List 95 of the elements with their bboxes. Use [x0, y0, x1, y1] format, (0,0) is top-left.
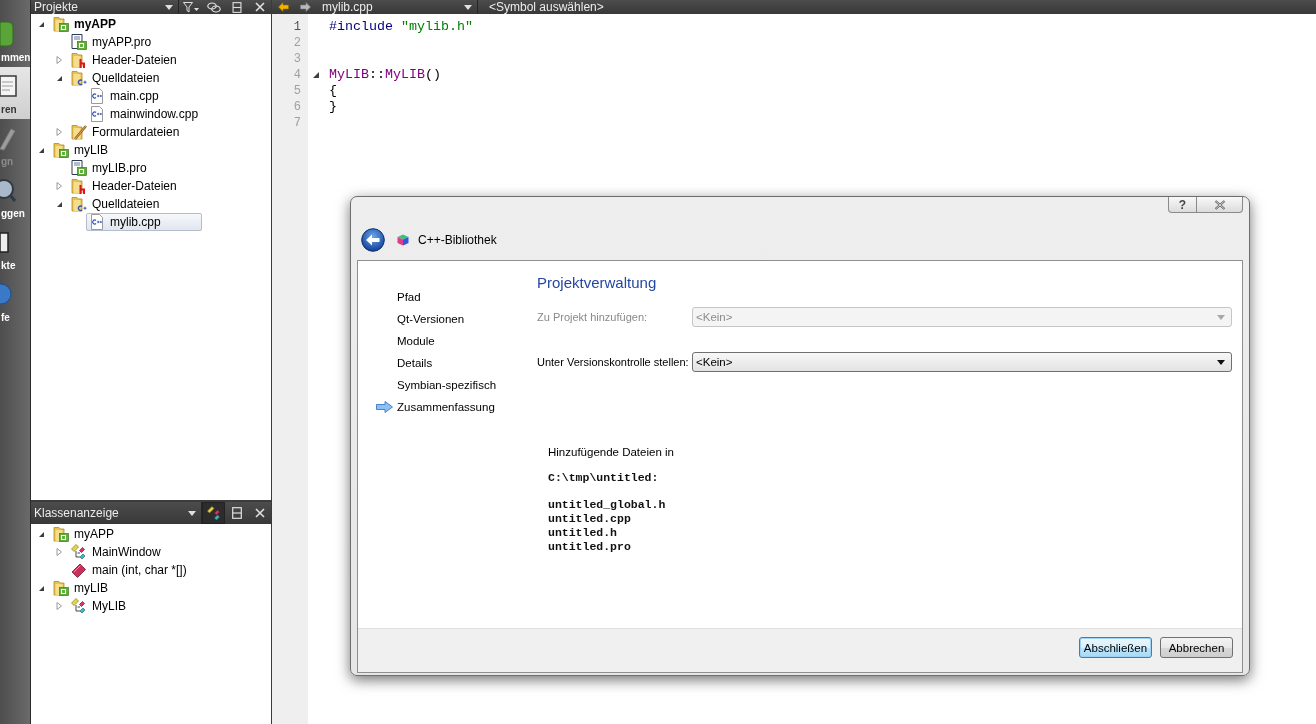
tree-item[interactable]: myLIB.pro [68, 159, 150, 177]
tree-item[interactable]: main (int, char *[]) [68, 561, 190, 579]
line-number: 5 [292, 83, 302, 99]
folder-icon [71, 52, 87, 68]
tree-item[interactable]: MyLIB [68, 597, 129, 615]
document-icon [71, 160, 87, 176]
code-line: MyLIB::MyLIB() [329, 67, 441, 83]
folder-icon [71, 70, 87, 86]
split-icon[interactable] [231, 1, 242, 13]
tree-item[interactable]: myLIB [50, 141, 111, 159]
step-label: Symbian-spezifisch [397, 379, 497, 391]
back-icon [361, 228, 385, 252]
file-name: untitled_global.h [548, 498, 666, 512]
link-icon[interactable] [206, 1, 221, 13]
back-arrow-icon[interactable] [278, 2, 289, 12]
class-view-toggle[interactable] [202, 502, 225, 524]
file-name: untitled.cpp [548, 512, 631, 526]
mode-button[interactable]: ren [0, 67, 30, 119]
class-icon [71, 598, 87, 614]
mode-button[interactable]: fe [0, 275, 30, 327]
file-name: untitled.pro [548, 540, 631, 554]
class-icon [71, 544, 87, 560]
folder-icon [71, 124, 87, 140]
help-button[interactable]: ? [1168, 197, 1197, 213]
tree-item[interactable]: mylib.cpp [86, 213, 202, 231]
document-icon [71, 34, 87, 50]
summary-heading: Hinzufügende Dateien in [548, 445, 674, 459]
dialog-button[interactable]: Abschließen [1079, 637, 1152, 658]
folder-icon [71, 196, 87, 212]
caret-icon [1217, 359, 1225, 365]
fold-marker-icon[interactable] [313, 72, 319, 78]
tree-item[interactable]: myAPP [50, 15, 120, 33]
step-label: Zusammenfassung [397, 401, 495, 413]
tree-item[interactable]: Header-Dateien [68, 51, 180, 69]
close-icon[interactable] [254, 2, 265, 12]
line-number: 7 [292, 115, 302, 131]
directory-path: C:\tmp\untitled: [548, 471, 659, 485]
folder-icon [53, 16, 69, 32]
tree-item[interactable]: myAPP [50, 525, 117, 543]
line-number: 2 [292, 35, 302, 51]
dialog-title: C++-Bibliothek [418, 233, 497, 247]
filter-icon[interactable] [182, 1, 199, 13]
folder-icon [53, 526, 69, 542]
tree-item[interactable]: mainwindow.cpp [86, 105, 202, 123]
file-icon [89, 214, 105, 230]
caret-icon [188, 510, 196, 516]
cube-icon [397, 234, 409, 246]
tree-item[interactable]: Header-Dateien [68, 177, 180, 195]
document-icon [0, 73, 18, 99]
code-line: } [329, 99, 337, 115]
line-number: 3 [292, 51, 302, 67]
split-icon[interactable] [231, 507, 242, 519]
mode-button[interactable]: ggen [0, 171, 30, 223]
magnifier-icon [0, 177, 16, 203]
code-line: { [329, 83, 337, 99]
line-number: 4 [292, 67, 302, 83]
dropdown-field[interactable]: <Kein> [692, 352, 1232, 372]
folder-icon [53, 580, 69, 596]
dialog-button[interactable]: Abbrechen [1160, 637, 1233, 658]
file-icon [89, 106, 105, 122]
file-name: untitled.h [548, 526, 617, 540]
tree-item[interactable]: MainWindow [68, 543, 164, 561]
class-icon [206, 506, 221, 520]
caret-icon [1217, 314, 1225, 320]
tree-item[interactable]: myAPP.pro [68, 33, 155, 51]
close-icon[interactable] [254, 508, 265, 518]
step-label: Details [397, 357, 433, 369]
caret-icon [165, 4, 173, 10]
forward-arrow-icon[interactable] [300, 2, 311, 12]
step-label: Module [397, 335, 435, 347]
step-label: Qt-Versionen [397, 313, 465, 325]
tree-item[interactable]: Quelldateien [68, 195, 163, 213]
tree-item[interactable]: Quelldateien [68, 69, 163, 87]
code-line: #include "mylib.h" [329, 19, 473, 35]
tile-icon [0, 21, 14, 47]
field-label: Unter Versionskontrolle stellen: [537, 355, 690, 369]
folder-icon [71, 178, 87, 194]
line-number: 1 [292, 19, 302, 35]
close-icon [1213, 199, 1226, 210]
caret-icon [464, 4, 472, 10]
mode-button[interactable]: mmen [0, 15, 30, 67]
function-icon [71, 562, 87, 578]
page-title: Projektverwaltung [537, 273, 657, 293]
step-label: Pfad [397, 291, 421, 303]
mode-button[interactable]: kte [0, 223, 30, 275]
field-label: Zu Projekt hinzufügen: [537, 310, 649, 324]
symbol-selector[interactable]: <Symbol auswählen> [478, 1, 604, 13]
folder-icon [53, 142, 69, 158]
tree-item[interactable]: Formulardateien [68, 123, 183, 141]
file-icon [89, 88, 105, 104]
close-button[interactable] [1197, 197, 1243, 213]
tree-item[interactable]: myLIB [50, 579, 111, 597]
line-number: 6 [292, 99, 302, 115]
tree-item[interactable]: main.cpp [86, 87, 162, 105]
back-button[interactable] [361, 228, 385, 252]
